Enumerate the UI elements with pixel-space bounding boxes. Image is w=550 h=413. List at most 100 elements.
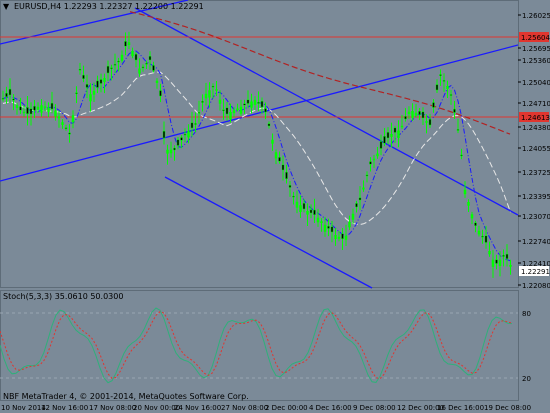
candle-body [33,105,36,111]
candle-body [313,209,316,215]
price-label: 1.24710 [522,100,550,108]
candle-body [250,101,253,108]
candle-body [194,123,197,125]
candle-body [334,235,337,239]
candle-body [421,111,425,119]
candle-body [103,78,106,82]
candle-body [264,108,267,113]
stoch-level-80: 80 [522,310,531,318]
price-label: 1.22080 [522,282,550,290]
candle-body [253,99,257,105]
candle-body [477,230,481,235]
price-label: 1.25040 [522,79,550,87]
candle-body [82,74,85,79]
candle-body [113,64,117,66]
candle-body [397,130,400,138]
candle-body [365,174,369,177]
candle-body [414,112,418,116]
price-label: 1.24055 [522,145,550,153]
candle-body [215,89,218,91]
candle-body [162,130,166,139]
candle-body [61,122,64,125]
candle-body [201,101,204,103]
candle-body [96,80,99,88]
candle-body [418,110,421,116]
candle-body [40,105,43,113]
candle-body [176,139,180,146]
candle-body [225,107,229,115]
candle-body [85,84,89,88]
candle-body [372,158,376,161]
date-label: 12 Nov 16:00 [41,404,88,412]
candle-body [362,187,365,190]
chart-header-arrow-icon[interactable]: ▼ [3,2,10,11]
candle-body [50,102,54,110]
date-label: 17 Nov 08:00 [89,404,136,412]
candle-body [43,106,47,108]
candle-body [411,111,414,118]
candle-body [302,202,306,210]
candle-body [78,69,82,71]
candle-body [274,152,278,159]
candle-body [8,88,12,96]
candle-body [320,221,323,223]
candle-body [292,195,295,198]
candle-body [222,109,225,111]
candle-body [68,132,71,135]
candle-body [29,108,33,115]
candle-body [453,108,456,113]
candle-body [197,112,201,114]
stoch-title: Stoch(5,3,3) 35.0610 50.0300 [3,292,123,301]
candle-body [152,65,155,71]
candle-body [379,141,383,149]
candle-body [155,80,159,83]
candle-body [110,67,113,69]
price-label: 1.25695 [522,45,550,53]
date-axis: 10 Nov 201412 Nov 16:00 17 Nov 08:0020 No… [1,404,531,412]
candle-body [299,205,302,212]
candle-body [432,102,435,108]
candle-body [435,84,439,91]
chart-header: EURUSD,H4 1.22293 1.22327 1.22200 1.2229… [14,2,204,11]
candle-body [267,123,271,127]
price-label: 1.26025 [522,12,550,20]
candle-body [257,102,260,104]
marker-label-1: 1.25604 [521,34,550,42]
price-label: 1.23395 [522,193,550,201]
candle-body [218,99,222,104]
price-label: 1.24380 [522,124,550,132]
candle-body [285,171,288,180]
candle-body [26,107,29,114]
candle-body [407,111,411,115]
candle-body [134,53,138,61]
candle-body [131,51,134,57]
candle-body [89,94,92,102]
candle-body [428,119,432,126]
date-label: 2 Dec 00:00 [265,404,308,412]
candle-body [316,217,320,223]
candle-body [323,224,327,232]
price-label: 1.25360 [522,57,550,65]
candle-body [467,202,470,206]
candle-body [355,203,358,208]
candle-body [470,214,474,219]
candle-body [22,111,26,114]
candle-body [306,211,309,215]
candle-body [288,185,292,188]
candle-body [243,103,246,106]
candle-body [344,235,348,240]
candle-body [92,90,96,95]
candle-body [15,105,19,108]
candle-body [159,90,162,97]
candle-body [71,115,75,123]
candle-body [239,106,243,114]
candle-body [358,197,362,201]
candle-body [173,147,176,151]
candle-body [460,154,463,157]
candle-body [138,68,141,74]
candle-body [5,92,8,97]
candle-body [141,66,145,69]
metatrader-chart-window: ▼ EURUSD,H4 1.22293 1.22327 1.22200 1.22… [0,0,550,413]
candle-body [229,112,232,120]
candle-body [246,99,250,104]
